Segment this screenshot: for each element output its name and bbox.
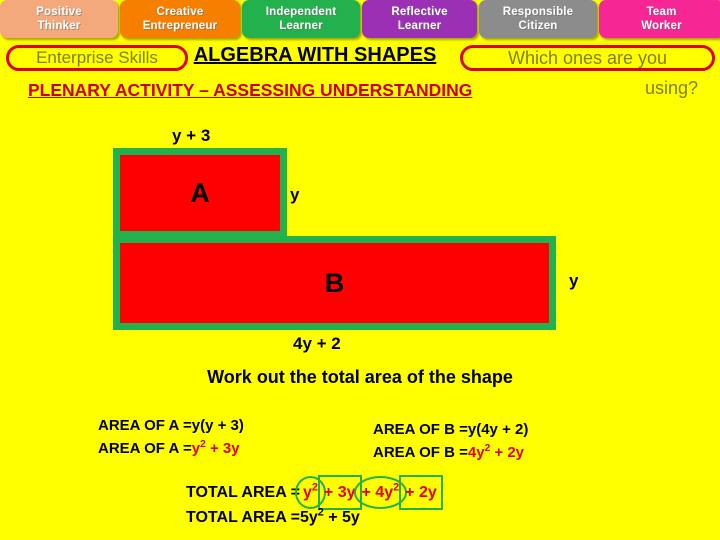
skill-tab-line1: Independent: [265, 6, 337, 18]
highlighted-term-plus-2y: + 2y: [399, 475, 443, 510]
term-tail: + 2y: [490, 444, 525, 461]
term-base: 4y: [467, 444, 485, 461]
skill-tab-creative-entrepreneur[interactable]: Creative Entrepreneur: [120, 0, 240, 38]
total-area-line2-lhs: TOTAL AREA =: [186, 509, 300, 526]
working-area-a-line1: AREA OF A =y(y + 3): [98, 414, 244, 437]
dimension-label-a-right: y: [290, 185, 300, 204]
term-tail: + 5y: [323, 509, 360, 526]
working-area-a-line1-lhs: AREA OF A =: [98, 417, 192, 434]
total-area-line1-lhs: TOTAL AREA =: [186, 484, 300, 501]
working-area-a-line2-rhs: y2 + 3y: [191, 439, 240, 457]
skill-tab-independent-learner[interactable]: Independent Learner: [242, 0, 360, 38]
totals-block: TOTAL AREA = y2 + 3y + 4y2 + 2y TOTAL AREA =…: [186, 475, 443, 530]
total-area-line2: TOTAL AREA =5y2 + 5y: [186, 505, 440, 530]
skill-tab-line2: Citizen: [518, 20, 558, 32]
highlighted-term-plus-3y: + 3y: [317, 475, 362, 510]
term-base: y: [302, 484, 312, 501]
rectangle-a: A: [113, 148, 287, 238]
working-area-b-line1-lhs: AREA OF B =: [373, 421, 468, 438]
rectangle-b-label: B: [324, 267, 345, 298]
skill-tab-team-worker[interactable]: Team Worker: [599, 0, 720, 38]
term-base: y: [191, 440, 201, 457]
which-ones-callout: Which ones are you: [460, 45, 715, 71]
skill-tab-line2: Worker: [641, 20, 682, 32]
enterprise-skills-label: Enterprise Skills: [36, 48, 158, 67]
plenary-subtitle: PLENARY ACTIVITY – ASSESSING UNDERSTANDI…: [28, 80, 473, 100]
term-exponent: 2: [393, 481, 400, 494]
skill-tab-line2: Thinker: [37, 20, 81, 32]
working-area-b-line2: AREA OF B =4y2 + 2y: [373, 441, 528, 464]
rectangle-b: B: [113, 236, 556, 330]
term-exponent: 2: [311, 481, 318, 494]
skill-tab-reflective-learner[interactable]: Reflective Learner: [362, 0, 477, 38]
page-title: ALGEBRA WITH SHAPES: [193, 44, 437, 66]
term-base: 5y: [299, 509, 318, 526]
highlighted-term-y-squared: y2: [294, 476, 326, 509]
working-area-a: AREA OF A =y(y + 3) AREA OF A =y2 + 3y: [98, 414, 244, 460]
working-area-b-line2-rhs: 4y2 + 2y: [467, 443, 525, 461]
working-area-a-line2: AREA OF A =y2 + 3y: [98, 437, 244, 460]
term-base: + 4y: [361, 484, 394, 501]
term-tail: + 3y: [205, 440, 240, 457]
working-area-b: AREA OF B =y(4y + 2) AREA OF B =4y2 + 2y: [373, 418, 528, 464]
skill-tab-line1: Reflective: [391, 6, 448, 18]
skill-tab-line2: Entrepreneur: [142, 20, 218, 32]
working-area-b-line2-lhs: AREA OF B =: [373, 444, 468, 461]
working-area-b-line1-rhs: y(4y + 2): [467, 421, 529, 438]
total-area-line2-rhs: 5y2 + 5y: [299, 507, 360, 526]
dimension-label-b-right: y: [569, 271, 579, 290]
which-ones-label: Which ones are you: [507, 47, 668, 68]
dimension-label-bottom: 4y + 2: [293, 334, 341, 353]
skill-tab-line1: Positive: [36, 6, 82, 18]
skill-tab-line1: Creative: [156, 6, 204, 18]
skill-tab-line2: Learner: [279, 20, 323, 32]
working-area-b-line1: AREA OF B =y(4y + 2): [373, 418, 528, 441]
skills-bar: Positive Thinker Creative Entrepreneur I…: [0, 0, 720, 38]
skill-tab-responsible-citizen[interactable]: Responsible Citizen: [479, 0, 597, 38]
skill-tab-positive-thinker[interactable]: Positive Thinker: [0, 0, 118, 38]
highlighted-term-plus-4y-squared: + 4y2: [353, 476, 407, 509]
instruction-text: Work out the total area of the shape: [207, 367, 513, 387]
using-label: using?: [645, 78, 699, 98]
working-area-a-line1-rhs: y(y + 3): [191, 417, 244, 434]
title-row: Enterprise Skills ALGEBRA WITH SHAPES Wh…: [0, 44, 720, 74]
dimension-label-top: y + 3: [172, 126, 211, 145]
skill-tab-line1: Team: [646, 6, 677, 18]
skill-tab-line2: Learner: [397, 20, 442, 32]
enterprise-skills-callout: Enterprise Skills: [6, 45, 188, 71]
total-area-line1: TOTAL AREA = y2 + 3y + 4y2 + 2y: [186, 475, 443, 510]
skill-tab-line1: Responsible: [502, 6, 574, 18]
rectangle-a-label: A: [190, 177, 210, 208]
working-area-a-line2-lhs: AREA OF A =: [98, 440, 192, 457]
